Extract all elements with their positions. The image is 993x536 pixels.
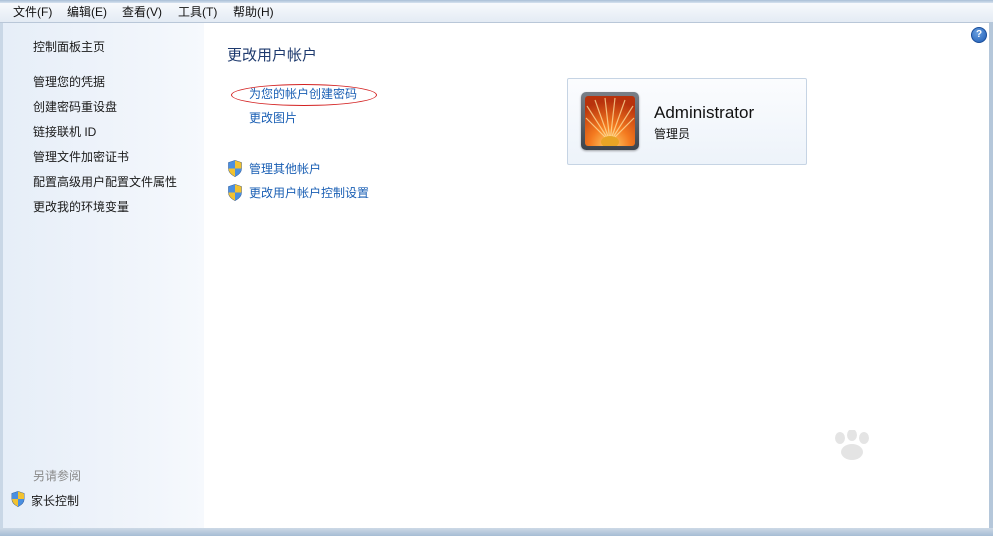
avatar xyxy=(581,92,639,150)
sidebar-link-manage-credentials[interactable]: 管理您的凭据 xyxy=(33,74,105,90)
sidebar-link-link-online-id[interactable]: 链接联机 ID xyxy=(33,124,96,140)
user-role: 管理员 xyxy=(654,127,691,141)
menu-help[interactable]: 帮助(H) xyxy=(233,5,274,20)
task-sidebar: 控制面板主页 管理您的凭据 创建密码重设盘 链接联机 ID 管理文件加密证书 配… xyxy=(3,23,204,528)
manage-other-accounts-link[interactable]: 管理其他帐户 xyxy=(249,161,321,177)
uac-shield-icon xyxy=(227,184,243,201)
baidu-watermark xyxy=(760,430,950,520)
highlight-ellipse xyxy=(231,84,377,106)
user-account-tile: Administrator 管理员 xyxy=(567,78,807,165)
window-bottom-border xyxy=(0,528,993,536)
sidebar-link-control-panel-home[interactable]: 控制面板主页 xyxy=(33,39,105,55)
window-right-border xyxy=(989,22,993,530)
sidebar-link-environment-variables[interactable]: 更改我的环境变量 xyxy=(33,199,129,215)
parental-control-label: 家长控制 xyxy=(31,493,80,508)
menu-file[interactable]: 文件(F) xyxy=(13,5,52,20)
menu-tools[interactable]: 工具(T) xyxy=(178,5,217,20)
parental-control-link[interactable]: 家长控制 xyxy=(11,490,80,510)
uac-shield-icon xyxy=(11,490,25,510)
menu-edit[interactable]: 编辑(E) xyxy=(67,5,107,20)
sidebar-link-advanced-profile-properties[interactable]: 配置高级用户配置文件属性 xyxy=(33,174,177,190)
help-icon[interactable]: ? xyxy=(971,27,987,43)
paw-icon xyxy=(835,430,869,460)
sidebar-link-password-reset-disk[interactable]: 创建密码重设盘 xyxy=(33,99,117,115)
uac-settings-link[interactable]: 更改用户帐户控制设置 xyxy=(249,185,369,201)
menu-bar: 文件(F) 编辑(E) 查看(V) 工具(T) 帮助(H) xyxy=(0,3,993,23)
page-title: 更改用户帐户 xyxy=(227,47,318,64)
change-picture-link[interactable]: 更改图片 xyxy=(249,110,297,126)
orange-flower-avatar xyxy=(585,96,635,146)
see-also-heading: 另请参阅 xyxy=(33,469,82,483)
uac-shield-icon xyxy=(227,160,243,177)
menu-view[interactable]: 查看(V) xyxy=(122,5,162,20)
user-name: Administrator xyxy=(654,103,755,122)
sidebar-link-file-encryption-certs[interactable]: 管理文件加密证书 xyxy=(33,149,129,165)
